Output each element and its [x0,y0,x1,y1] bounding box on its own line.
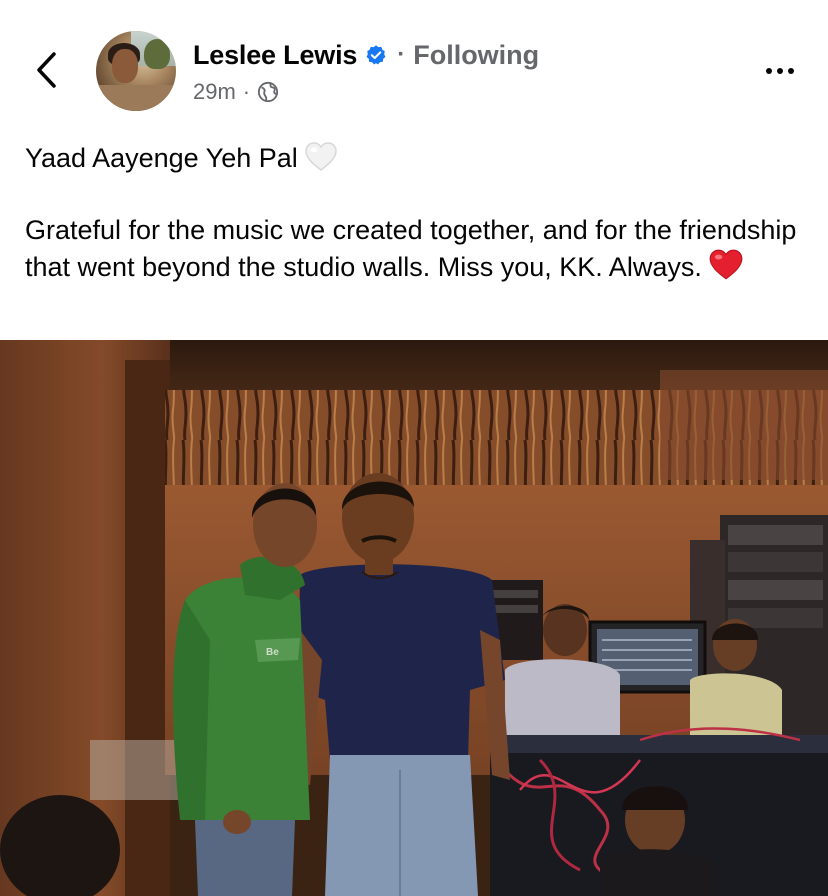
more-dot-icon [766,68,772,74]
red-heart-icon [709,249,743,280]
more-options-button[interactable] [758,56,802,86]
post-timestamp[interactable]: 29m [193,79,236,105]
meta-separator: · [242,79,251,104]
post-photo[interactable]: Be [0,340,828,896]
back-button[interactable] [28,48,64,92]
verified-badge-icon [366,45,386,65]
author-line: Leslee Lewis · Following [193,38,539,72]
chevron-left-icon [37,52,56,88]
more-dot-icon [777,68,783,74]
caption-message: Grateful for the music we created togeth… [25,215,797,282]
post-caption: Yaad Aayenge Yeh Pal Grateful for the mu… [25,140,815,285]
caption-title: Yaad Aayenge Yeh Pal [25,143,298,173]
studio-photo-illustration: Be [0,340,828,896]
header-separator: · [397,41,406,68]
post-meta: 29m · [193,78,279,106]
following-button[interactable]: Following [413,40,539,71]
author-avatar[interactable] [96,31,176,111]
white-heart-icon [305,142,337,171]
caption-body: Grateful for the music we created togeth… [25,212,815,285]
caption-line-1: Yaad Aayenge Yeh Pal [25,140,815,176]
post-header: Leslee Lewis · Following 29m · [0,0,828,130]
more-dot-icon [788,68,794,74]
globe-icon [258,81,279,103]
author-name[interactable]: Leslee Lewis [193,40,357,71]
